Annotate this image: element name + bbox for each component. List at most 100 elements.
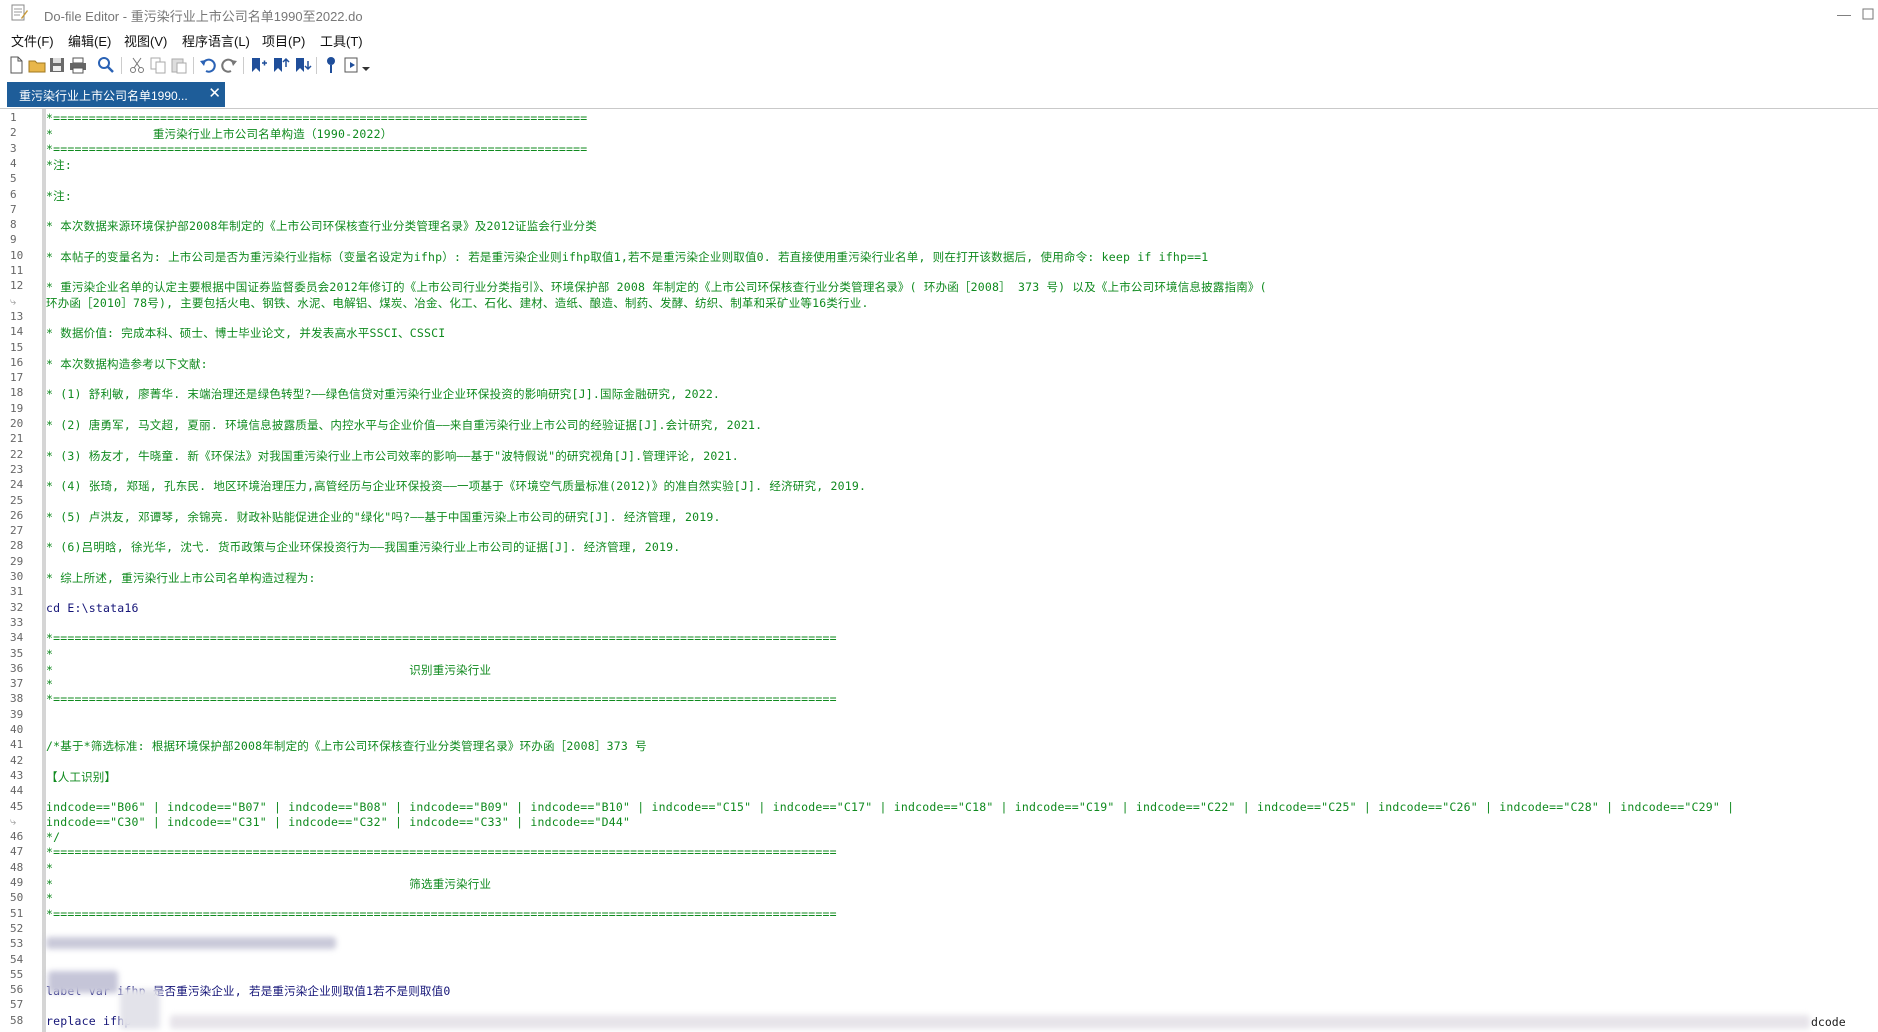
line-number: 23 [10,462,24,476]
line-number: 21 [10,432,24,446]
toolbar-separator [193,57,194,74]
code-line[interactable]: * 重污染企业名单的认定主要根据中国证券监督委员会2012年修订的《上市公司行业… [46,279,1267,295]
code-line[interactable]: 【人工识别】 [46,769,116,785]
toolbar-separator [316,57,317,74]
line-number: 54 [10,952,24,966]
code-line[interactable]: * 重污染行业上市公司名单构造（1990-2022） [46,126,392,142]
line-number: 32 [10,600,24,614]
copy-icon[interactable] [148,55,168,75]
window-title: Do-file Editor - 重污染行业上市公司名单1990至2022.do [44,9,363,24]
code-line[interactable]: * 数据价值: 完成本科、硕士、博士毕业论文, 并发表高水平SSCI、CSSCI [46,325,445,341]
code-line[interactable]: /*基于*筛选标准: 根据环境保护部2008年制定的《上市公司环保核查行业分类管… [46,738,647,754]
code-line[interactable]: *=======================================… [46,845,837,859]
save-icon[interactable] [47,55,67,75]
obscured-region [46,937,336,949]
line-number: 20 [10,417,24,430]
code-line[interactable]: * (3) 杨友才, 牛晓童. 新《环保法》对我国重污染行业上市公司效率的影响—… [46,448,739,464]
wrap-indicator: ⤷ [10,814,17,828]
code-line[interactable]: * [46,891,53,905]
code-line[interactable]: * 筛选重污染行业 [46,876,491,892]
new-file-icon[interactable] [6,55,26,75]
line-number: 13 [10,309,24,323]
show-tooltip-icon[interactable] [321,55,341,75]
line-number: 24 [10,478,24,492]
menu-file[interactable]: 文件(F) [11,31,54,50]
code-line[interactable]: * (1) 舒利敏, 廖菁华. 末端治理还是绿色转型?——绿色信贷对重污染行业企… [46,386,720,402]
code-area[interactable]: *=======================================… [46,109,1878,1032]
line-number: 47 [10,845,24,859]
line-number: 10 [10,248,24,262]
line-number: 35 [10,646,24,660]
redo-icon[interactable] [219,55,239,75]
menu-tools[interactable]: 工具(T) [320,31,363,50]
bookmark-toggle-icon[interactable] [248,55,268,75]
code-line[interactable]: * [46,677,53,691]
menu-project[interactable]: 项目(P) [262,31,305,50]
line-number: 22 [10,447,24,461]
code-line[interactable]: * (4) 张琦, 郑瑶, 孔东民. 地区环境治理压力,高管经历与企业环保投资—… [46,478,866,494]
line-number: 48 [10,860,24,874]
line-number: 6 [10,187,17,201]
undo-icon[interactable] [198,55,218,75]
code-line[interactable]: indcode=="C30" | indcode=="C31" | indcod… [46,815,630,829]
code-line[interactable]: * 本次数据构造参考以下文献: [46,356,208,372]
line-number: 41 [10,738,24,752]
code-line[interactable]: * 本帖子的变量名为: 上市公司是否为重污染行业指标（变量名设定为ifhp）: … [46,249,1208,265]
line-number: 12 [10,279,24,293]
code-line[interactable]: indcode=="B06" | indcode=="B07" | indcod… [46,800,1734,814]
code-line[interactable]: * (6)吕明晗, 徐光华, 沈弋. 货币政策与企业环保投资行为——我国重污染行… [46,539,680,555]
line-number: 28 [10,539,24,553]
tab-strip [0,82,1878,109]
wrap-indicator: ⤷ [10,294,17,308]
line-number: 30 [10,570,24,583]
cut-icon[interactable] [127,55,147,75]
line-number: 31 [10,585,24,599]
line-number: 50 [10,891,24,905]
line-number: 5 [10,172,17,186]
line-number: 34 [10,631,24,645]
menu-language[interactable]: 程序语言(L) [182,31,250,50]
tab-close-icon[interactable]: ✕ [208,85,221,103]
code-line[interactable]: * 识别重污染行业 [46,662,491,678]
code-line[interactable]: *=======================================… [46,907,837,921]
code-line[interactable]: * [46,647,53,661]
do-file-editor-icon [11,4,28,21]
line-number: 39 [10,707,24,721]
code-line[interactable]: *=======================================… [46,142,587,156]
bookmark-prev-icon[interactable] [270,55,290,75]
open-folder-icon[interactable] [27,55,47,75]
code-line[interactable]: * 综上所述, 重污染行业上市公司名单构造过程为: [46,570,316,586]
code-line[interactable]: *注: [46,157,72,173]
code-line[interactable]: * (5) 卢洪友, 邓谭琴, 余锦亮. 财政补贴能促进企业的"绿化"吗?——基… [46,509,721,525]
code-line[interactable]: * 本次数据来源环境保护部2008年制定的《上市公司环保核查行业分类管理名录》及… [46,218,597,234]
line-number: 46 [10,830,24,844]
code-line[interactable]: *=======================================… [46,631,837,645]
code-line[interactable]: *注: [46,188,72,204]
bookmark-next-icon[interactable] [292,55,312,75]
find-icon[interactable] [96,55,116,75]
code-line[interactable]: *=======================================… [46,692,837,706]
print-icon[interactable] [68,55,88,75]
minimize-button[interactable]: — [1829,2,1859,26]
code-line[interactable]: replace ifhp [46,1014,131,1028]
line-number: 43 [10,768,24,782]
code-line[interactable]: * [46,861,53,875]
code-line[interactable]: */ [46,830,60,844]
menu-edit[interactable]: 编辑(E) [68,31,111,50]
execute-dropdown-icon[interactable] [360,55,372,75]
menu-view[interactable]: 视图(V) [124,31,167,50]
code-line[interactable]: *=======================================… [46,111,587,125]
line-number: 52 [10,921,24,935]
line-number: 17 [10,371,24,385]
right-code-fragment: dcode [1811,1015,1846,1029]
maximize-button[interactable] [1858,2,1878,26]
paste-icon[interactable] [169,55,189,75]
line-number: 2 [10,126,17,140]
code-line[interactable]: cd E:\stata16 [46,601,139,615]
code-line[interactable]: * (2) 唐勇军, 马文超, 夏丽. 环境信息披露质量、内控水平与企业价值——… [46,417,762,433]
code-line[interactable]: 环办函［2010］78号), 主要包括火电、钢铁、水泥、电解铝、煤炭、冶金、化工… [46,295,869,311]
line-number: 26 [10,508,24,522]
code-editor[interactable]: 1 2 3 4 5 6 7 8 9 10 11 12 ⤷ 13 14 15 16 17 18 19 20 21 22 23 24… [0,109,1878,1032]
tab-active-document[interactable]: 重污染行业上市公司名单1990... ✕ [7,82,225,107]
title-bar: Do-file Editor - 重污染行业上市公司名单1990至2022.do… [0,0,1878,28]
